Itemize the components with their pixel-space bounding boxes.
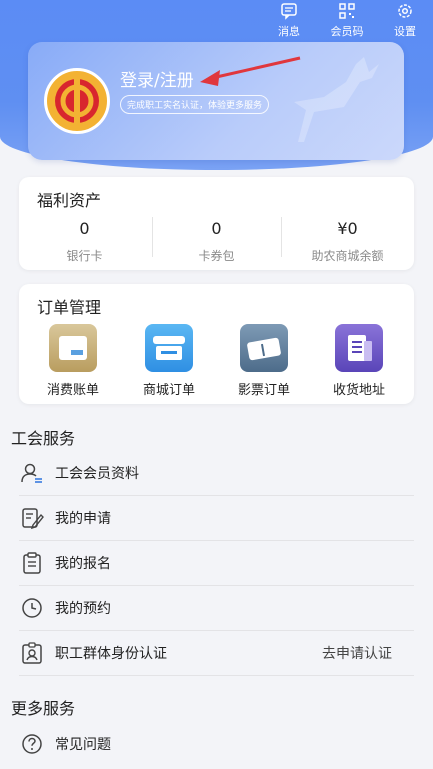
top-toolbar: 消息 会员码 设置: [269, 2, 425, 39]
coupon-label: 卡券包: [198, 249, 235, 263]
shipping-address-label: 收货地址: [332, 383, 385, 398]
messages-button[interactable]: 消息: [269, 2, 309, 39]
id-badge-icon: [19, 640, 45, 666]
message-icon: [281, 3, 297, 20]
group-identity-verification-label: 职工群体身份认证: [55, 646, 167, 662]
my-applications-label: 我的申请: [55, 511, 111, 527]
shipping-address-button[interactable]: 收货地址: [319, 324, 399, 398]
welfare-assets-title: 福利资产: [37, 191, 102, 210]
qrcode-icon: [339, 3, 355, 19]
more-services-heading: 更多服务: [11, 699, 76, 718]
union-member-profile-label: 工会会员资料: [55, 466, 139, 482]
messages-label: 消息: [278, 25, 300, 38]
my-appointments-label: 我的预约: [55, 601, 111, 617]
mall-balance-item[interactable]: ¥0 助农商城余额: [282, 219, 413, 264]
bank-card-count: 0: [79, 219, 90, 238]
member-code-button[interactable]: 会员码: [327, 2, 367, 39]
union-services-heading: 工会服务: [11, 429, 76, 448]
annotation-arrow-icon: [200, 56, 301, 86]
my-registrations-label: 我的报名: [55, 556, 111, 572]
clock-icon: [19, 595, 45, 621]
login-register-link[interactable]: 登录/注册: [120, 66, 194, 91]
bank-card-label: 银行卡: [66, 249, 103, 263]
consumption-bill-label: 消费账单: [46, 383, 99, 398]
shop-icon: [145, 324, 193, 372]
mall-balance-value: ¥0: [337, 219, 358, 238]
coupon-wallet-item[interactable]: 0 卡券包: [151, 219, 282, 264]
settings-label: 设置: [394, 25, 416, 38]
bank-card-item[interactable]: 0 银行卡: [19, 219, 150, 264]
my-registrations-row[interactable]: 我的报名: [19, 541, 414, 586]
address-icon: [335, 324, 383, 372]
order-management-card: 订单管理 消费账单 商城订单 影票订单 收货地址: [19, 284, 414, 404]
union-logo: [44, 68, 110, 134]
ticket-icon: [240, 324, 288, 372]
gear-icon: [398, 4, 412, 18]
edit-form-icon: [19, 505, 45, 531]
mall-balance-label: 助农商城余额: [311, 249, 384, 263]
mall-orders-button[interactable]: 商城订单: [129, 324, 209, 398]
order-management-title: 订单管理: [37, 298, 102, 317]
settings-button[interactable]: 设置: [385, 2, 425, 39]
union-member-profile-row[interactable]: 工会会员资料: [19, 451, 414, 496]
group-identity-verification-row[interactable]: 职工群体身份认证 去申请认证: [19, 631, 414, 676]
coupon-count: 0: [211, 219, 222, 238]
apply-verification-link[interactable]: 去申请认证: [322, 643, 392, 663]
faq-label: 常见问题: [55, 736, 111, 753]
consumption-bill-button[interactable]: 消费账单: [33, 324, 113, 398]
faq-row[interactable]: 常见问题: [19, 721, 414, 766]
movie-ticket-orders-label: 影票订单: [237, 383, 290, 398]
my-applications-row[interactable]: 我的申请: [19, 496, 414, 541]
movie-ticket-orders-button[interactable]: 影票订单: [224, 324, 304, 398]
member-code-label: 会员码: [330, 25, 364, 38]
question-icon: [19, 731, 45, 757]
my-appointments-row[interactable]: 我的预约: [19, 586, 414, 631]
clipboard-icon: [19, 550, 45, 576]
bill-icon: [49, 324, 97, 372]
mall-orders-label: 商城订单: [142, 383, 195, 398]
member-profile-icon: [19, 460, 45, 486]
welfare-assets-card: 福利资产 0 银行卡 0 卡券包 ¥0 助农商城余额: [19, 177, 414, 270]
